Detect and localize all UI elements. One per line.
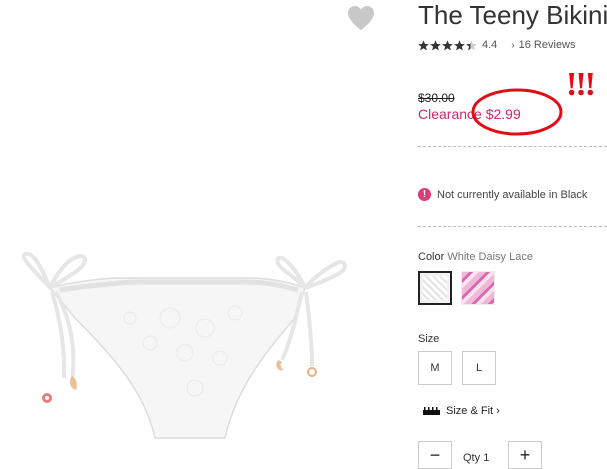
annotation-exclamation: !!!	[566, 66, 596, 103]
reviews-link[interactable]: › 16 Reviews	[511, 39, 575, 51]
availability-notice: ! Not currently available in Black	[418, 188, 587, 201]
alert-icon: !	[418, 188, 431, 201]
qty-decrease-button[interactable]: −	[418, 441, 452, 469]
original-price: $30.00	[418, 91, 455, 105]
star-rating	[418, 40, 477, 51]
star-icon	[418, 40, 429, 50]
chevron-right-icon: ›	[511, 39, 515, 51]
qty-value: 1	[483, 452, 490, 464]
product-image	[21, 251, 347, 439]
color-label: Color White Daisy Lace	[418, 251, 533, 263]
size-option-m[interactable]: M	[418, 351, 452, 385]
heart-icon[interactable]	[347, 5, 375, 31]
size-fit-label: Size & Fit	[446, 405, 494, 417]
divider	[418, 146, 607, 147]
divider	[418, 226, 607, 227]
availability-text: Not currently available in Black	[437, 188, 588, 201]
rating-row: 4.4 › 16 Reviews	[418, 37, 576, 53]
annotation-circle	[471, 88, 563, 136]
color-value: White Daisy Lace	[447, 251, 533, 263]
star-icon	[430, 40, 441, 50]
star-icon	[466, 40, 477, 50]
qty-increase-button[interactable]: +	[508, 441, 542, 469]
star-icon	[442, 40, 453, 50]
chevron-right-icon: ›	[496, 405, 500, 417]
size-label: Size	[418, 333, 440, 345]
rating-value: 4.4	[482, 39, 498, 51]
size-option-l[interactable]: L	[462, 351, 496, 385]
color-swatch-pink-print[interactable]	[461, 271, 495, 305]
qty-display: Qty 1	[463, 452, 490, 464]
ruler-icon	[423, 407, 440, 415]
reviews-count: 16 Reviews	[518, 39, 576, 51]
color-swatch-white-daisy-lace[interactable]	[418, 271, 452, 305]
product-title: The Teeny Bikini	[418, 0, 607, 30]
size-fit-link[interactable]: Size & Fit ›	[423, 405, 500, 417]
star-icon	[454, 40, 465, 50]
